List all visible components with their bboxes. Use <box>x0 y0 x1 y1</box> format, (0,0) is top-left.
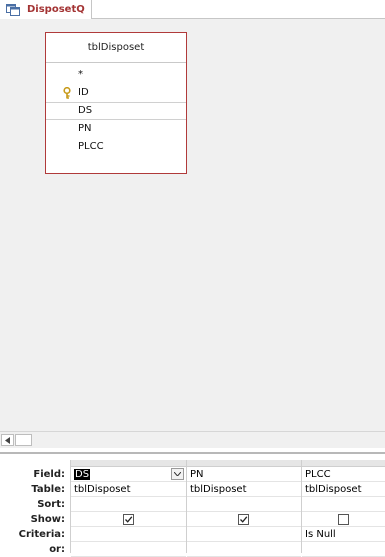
sort-cell[interactable] <box>302 497 385 512</box>
criteria-cell[interactable] <box>187 527 301 542</box>
field-list-tbldisposet[interactable]: tblDisposet * ID DS PN PLCC <box>45 32 187 174</box>
show-checkbox[interactable] <box>337 514 349 525</box>
scroll-thumb[interactable] <box>15 434 32 446</box>
grid-column-ds[interactable]: DS tblDisposet <box>70 460 186 557</box>
row-label-field: Field: <box>33 469 65 480</box>
show-checkbox[interactable] <box>238 514 249 525</box>
pane-splitter-bar[interactable] <box>0 452 385 454</box>
column-selector[interactable] <box>187 460 301 467</box>
arrow-left-icon <box>4 436 10 444</box>
show-cell[interactable] <box>187 512 301 527</box>
row-label-table: Table: <box>31 484 65 495</box>
query-design-area: tblDisposet * ID DS PN PLCC <box>0 19 385 431</box>
field-list-item-plcc[interactable]: PLCC <box>46 138 186 156</box>
row-label-sort: Sort: <box>37 499 65 510</box>
field-cell[interactable]: PLCC <box>302 467 385 482</box>
sort-cell[interactable] <box>71 497 186 512</box>
or-cell[interactable] <box>187 542 301 557</box>
sort-cell[interactable] <box>187 497 301 512</box>
document-tab-bar: DisposetQ <box>0 0 385 19</box>
field-list-title[interactable]: tblDisposet <box>46 33 186 63</box>
criteria-cell[interactable] <box>71 527 186 542</box>
field-list-item-all[interactable]: * <box>46 66 186 84</box>
tab-label: DisposetQ <box>27 4 85 15</box>
show-cell[interactable] <box>302 512 385 527</box>
checkmark-icon <box>240 516 248 523</box>
primary-key-icon <box>63 86 73 99</box>
field-list-item-ds[interactable]: DS <box>46 102 186 120</box>
row-label-criteria: Criteria: <box>18 529 65 540</box>
query-icon <box>6 3 20 16</box>
or-cell[interactable] <box>302 542 385 557</box>
field-list-item-pn[interactable]: PN <box>46 120 186 138</box>
field-cell[interactable]: PN <box>187 467 301 482</box>
grid-row-labels: Field: Table: Sort: Show: Criteria: or: <box>0 467 70 557</box>
query-design-grid: Field: Table: Sort: Show: Criteria: or: … <box>0 456 385 557</box>
field-list-item-id[interactable]: ID <box>46 84 186 102</box>
table-cell[interactable]: tblDisposet <box>71 482 186 497</box>
chevron-down-icon <box>174 472 181 476</box>
table-cell[interactable]: tblDisposet <box>302 482 385 497</box>
grid-column-plcc[interactable]: PLCC tblDisposet Is Null <box>301 460 385 557</box>
column-selector[interactable] <box>302 460 385 467</box>
criteria-cell[interactable]: Is Null <box>302 527 385 542</box>
show-cell[interactable] <box>71 512 186 527</box>
show-checkbox[interactable] <box>122 514 134 525</box>
tab-disposetq[interactable]: DisposetQ <box>0 0 92 19</box>
column-selector[interactable] <box>71 460 186 467</box>
field-cell[interactable]: DS <box>71 467 186 482</box>
row-label-or: or: <box>49 544 65 555</box>
horizontal-scrollbar[interactable] <box>0 431 385 448</box>
grid-column-pn[interactable]: PN tblDisposet <box>186 460 301 557</box>
table-cell[interactable]: tblDisposet <box>187 482 301 497</box>
checkmark-icon <box>124 516 132 523</box>
row-label-show: Show: <box>30 514 65 525</box>
or-cell[interactable] <box>71 542 186 557</box>
dropdown-button[interactable] <box>171 468 184 480</box>
scroll-left-button[interactable] <box>1 434 14 446</box>
